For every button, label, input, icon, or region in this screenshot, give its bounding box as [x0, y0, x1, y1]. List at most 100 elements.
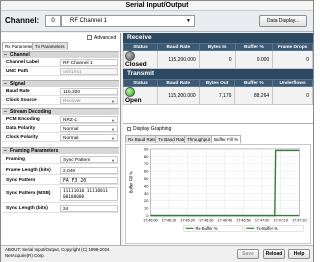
legend-label: Rx-Buffer %	[195, 226, 217, 231]
channel-label: Channel:	[5, 16, 40, 25]
x-tick-label: 17:46:20	[180, 218, 194, 222]
clock-source-select[interactable]: Recover ▼	[60, 97, 118, 104]
chevron-down-icon: ▼	[111, 136, 115, 141]
clock-source-value: Recover	[63, 99, 81, 104]
tab-rx-baud-rate[interactable]: Rx Baud Rate	[125, 135, 160, 143]
channel-number-field[interactable]: 0	[45, 15, 61, 27]
receive-table: Status Baud Rate Bytes In Buffer % Frame…	[123, 43, 313, 69]
row-sync-pattern: Sync Pattern FA F3 20	[2, 177, 119, 185]
x-tick-label: 17:47:10	[273, 218, 287, 222]
transmit-row: Open 115,200.000 7,179 88.264 0	[123, 86, 313, 105]
section-channel-header[interactable]: − Channel	[2, 51, 119, 58]
x-tick-label: 17:46:40	[218, 218, 232, 222]
x-tick-label: 17:47:00	[255, 218, 269, 222]
sync-pattern-field[interactable]: FA F3 20	[60, 177, 118, 184]
tab-throughput[interactable]: Throughput	[184, 135, 214, 143]
transmit-col-baud: Baud Rate	[156, 79, 200, 87]
chevron-down-icon: ▼	[111, 118, 115, 123]
status-led-icon	[125, 51, 135, 61]
receive-col-drops: Frame Drops	[272, 43, 313, 51]
section-channel-title: Channel	[10, 52, 30, 58]
unc-path-field: oo\/1/rx1	[60, 68, 118, 75]
section-framing-header[interactable]: − Framing Parameters	[2, 147, 119, 154]
y-tick-label: 0	[146, 213, 149, 218]
receive-bytes: 0	[198, 50, 236, 69]
collapse-icon: −	[4, 81, 7, 87]
transmit-baud: 115,200.000	[156, 86, 200, 105]
row-frame-length: Frame Length (bits) 2,048	[2, 167, 119, 175]
receive-status: Closed	[125, 61, 147, 68]
receive-buffer: 0.000	[234, 50, 274, 69]
framing-value: Sync Pattern	[63, 158, 91, 163]
row-sync-length: Sync Length (bits) 24	[2, 205, 119, 213]
receive-col-baud: Baud Rate	[156, 43, 200, 51]
row-clock-source-label: Clock Source	[6, 98, 37, 103]
collapse-icon: −	[4, 52, 7, 58]
advanced-checkbox[interactable]: Advanced	[87, 35, 116, 41]
clock-polarity-select[interactable]: Normal ▼	[60, 134, 118, 141]
receive-header: Receive	[123, 33, 313, 43]
sync-pattern-msb-field: 11111010 11110011 00100000	[60, 187, 118, 201]
sync-length-field[interactable]: 24	[60, 205, 118, 212]
transmit-buffer: 88.264	[234, 86, 274, 105]
row-clock-source: Clock Source Recover ▼	[2, 97, 119, 105]
collapse-icon: −	[4, 109, 7, 115]
tab-buffer-fill[interactable]: Buffer Fill %	[211, 135, 242, 143]
row-clock-polarity: Clock Polarity Normal ▼	[2, 134, 119, 142]
channel-select[interactable]: RF Channel 1 ▼	[61, 15, 195, 27]
row-frame-length-label: Frame Length (bits)	[6, 168, 51, 173]
channel-select-value: RF Channel 1	[70, 18, 108, 24]
section-signal-title: Signal	[10, 81, 26, 87]
data-polarity-select[interactable]: Normal ▼	[60, 125, 118, 132]
row-sync-pattern-msb-label: Sync Pattern (MSB)	[6, 191, 51, 196]
y-tick-label: 10	[144, 206, 149, 211]
x-tick-label: 17:46:30	[199, 218, 213, 222]
transmit-col-bytes: Bytes Out	[198, 79, 236, 87]
display-graphing-box[interactable]	[127, 126, 131, 131]
display-graphing-checkbox[interactable]: Display Graphing	[127, 126, 171, 132]
about-text: ABOUT: Serial Input/Output, Copyright (C…	[5, 247, 110, 258]
receive-col-bytes: Bytes In	[198, 43, 236, 51]
y-tick-label: 90	[144, 146, 149, 151]
advanced-checkbox-box[interactable]	[87, 35, 92, 41]
display-graphing-label: Display Graphing	[133, 126, 172, 132]
y-tick-label: 80	[144, 154, 149, 159]
chevron-down-icon: ▼	[111, 99, 115, 104]
transmit-col-underflows: Underflows	[272, 79, 313, 87]
frame-length-field[interactable]: 2,048	[60, 167, 118, 174]
y-axis-label: Buffer Fill %	[129, 171, 134, 193]
serial-io-window: Serial Input/Output Channel: 0 RF Channe…	[0, 0, 314, 262]
row-clock-polarity-label: Clock Polarity	[6, 135, 38, 140]
framing-select[interactable]: Sync Pattern ▼	[60, 156, 118, 163]
section-stream-header[interactable]: − Stream Decoding	[2, 108, 119, 115]
transmit-col-buffer: Buffer %	[234, 79, 274, 87]
chevron-down-icon: ▼	[111, 158, 115, 163]
pcm-encoding-value: NRZ-L	[63, 118, 78, 123]
window-title: Serial Input/Output	[1, 1, 313, 11]
row-unc-path-label: UNC Path	[6, 69, 29, 74]
save-button[interactable]: Save	[237, 249, 259, 259]
section-signal-header[interactable]: − Signal	[2, 80, 119, 87]
chevron-down-icon: ▼	[111, 127, 115, 132]
advanced-checkbox-label: Advanced	[94, 35, 117, 41]
y-tick-label: 20	[144, 198, 149, 203]
clock-polarity-value: Normal	[63, 136, 79, 141]
chevron-down-icon: ▼	[186, 18, 191, 24]
help-button[interactable]: Help	[288, 249, 310, 259]
row-sync-length-label: Sync Length (bits)	[6, 206, 48, 211]
row-framing-label: Framing	[6, 157, 25, 162]
transmit-table: Status Baud Rate Bytes Out Buffer % Unde…	[123, 79, 313, 105]
tab-tx-parameters[interactable]: Tx Parameters	[32, 42, 68, 50]
row-channel-label: Channel Label RF Channel 1	[2, 59, 119, 67]
pcm-encoding-select[interactable]: NRZ-L ▼	[60, 116, 118, 123]
data-polarity-value: Normal	[63, 127, 79, 132]
receive-row: Closed 115,200.000 0 0.000 0	[123, 50, 313, 69]
receive-baud: 115,200.000	[156, 50, 200, 69]
reload-button[interactable]: Reload	[263, 249, 285, 259]
y-tick-label: 30	[144, 191, 149, 196]
data-display-button[interactable]: Data Display...	[259, 15, 307, 27]
baud-rate-field[interactable]: 115,200	[60, 88, 118, 95]
channel-label-field[interactable]: RF Channel 1	[60, 59, 118, 66]
channel-toolbar: Channel: 0 RF Channel 1 ▼ Data Display..…	[1, 11, 313, 32]
row-sync-pattern-label: Sync Pattern	[6, 178, 36, 183]
